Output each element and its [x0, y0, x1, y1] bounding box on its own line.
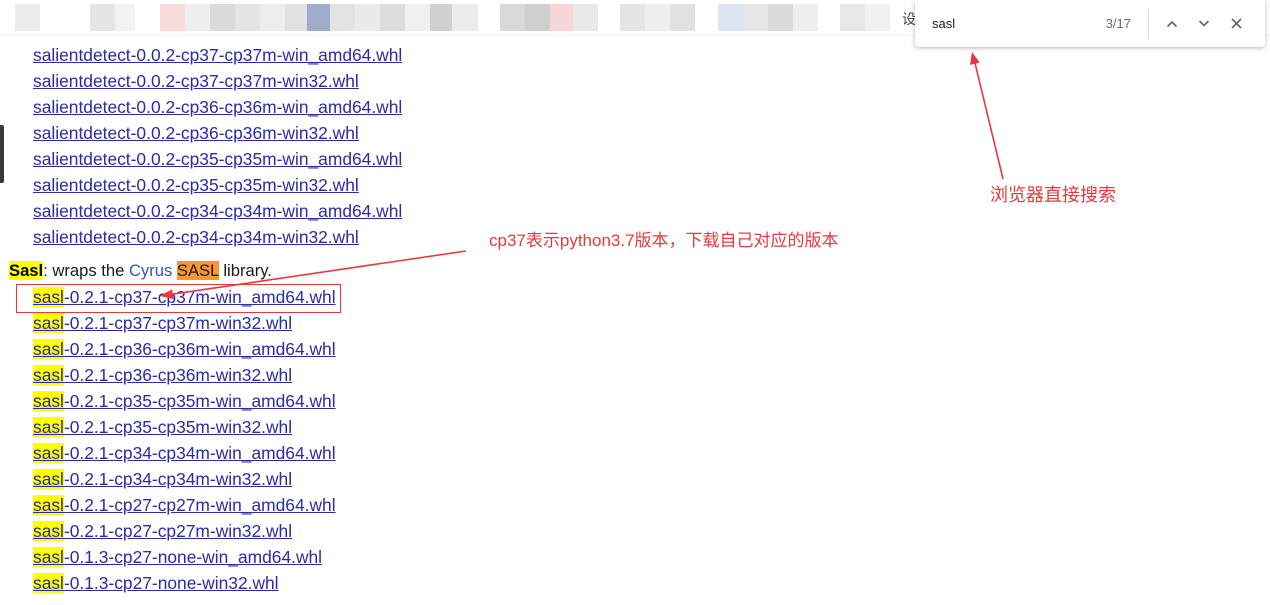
redacted-mosaic-block	[620, 4, 645, 31]
package-description-text: : wraps the	[43, 261, 125, 280]
file-link-rest: -0.2.1-cp35-cp35m-win32.whl	[63, 417, 293, 437]
redacted-mosaic-block	[160, 4, 185, 31]
sasl-file-link[interactable]: sasl-0.2.1-cp34-cp34m-win32.whl	[33, 466, 292, 492]
redacted-mosaic-block	[285, 4, 307, 31]
file-link-rest: -0.2.1-cp35-cp35m-win_amd64.whl	[63, 391, 336, 411]
bookmark-label-fragment[interactable]: 设	[902, 9, 916, 29]
sasl-file-link[interactable]: sasl-0.2.1-cp35-cp35m-win_amd64.whl	[33, 388, 336, 414]
redacted-mosaic-block	[307, 4, 330, 31]
close-icon	[1230, 18, 1242, 29]
find-tip-arrow-head	[970, 52, 980, 65]
cyrus-link[interactable]: Cyrus	[129, 261, 172, 280]
redacted-mosaic-block	[670, 4, 695, 31]
salientdetect-file-link[interactable]: salientdetect-0.0.2-cp34-cp34m-win_amd64…	[33, 198, 402, 224]
redacted-mosaic-block	[185, 4, 210, 31]
sasl-file-link[interactable]: sasl-0.2.1-cp36-cp36m-win32.whl	[33, 362, 292, 388]
active-find-match: SASL	[176, 261, 219, 280]
salientdetect-file-list: salientdetect-0.0.2-cp37-cp37m-win_amd64…	[33, 42, 402, 250]
redacted-mosaic-block	[550, 4, 573, 31]
side-panel-handle[interactable]	[0, 125, 4, 183]
find-input[interactable]	[932, 16, 1106, 31]
find-previous-button[interactable]	[1156, 8, 1188, 40]
redacted-mosaic-block	[525, 4, 550, 31]
find-bar: 3/17	[915, 0, 1265, 47]
find-match-highlight: sasl	[33, 313, 64, 333]
sasl-file-list: sasl-0.2.1-cp37-cp37m-win_amd64.whl sasl-…	[33, 284, 336, 596]
redacted-mosaic-block	[840, 4, 865, 31]
redacted-mosaic-block	[645, 4, 670, 31]
file-link-rest: -0.2.1-cp34-cp34m-win_amd64.whl	[63, 443, 336, 463]
file-link-rest: -0.2.1-cp27-cp27m-win_amd64.whl	[63, 495, 336, 515]
find-match-highlight: sasl	[33, 547, 64, 567]
find-match-highlight: sasl	[33, 469, 64, 489]
salientdetect-file-link[interactable]: salientdetect-0.0.2-cp36-cp36m-win_amd64…	[33, 94, 402, 120]
annotation-highlight-box	[16, 284, 341, 313]
redacted-mosaic-block	[115, 4, 135, 31]
file-link-rest: -0.2.1-cp37-cp37m-win32.whl	[63, 313, 293, 333]
find-match-highlight: sasl	[33, 365, 64, 385]
file-link-rest: -0.2.1-cp36-cp36m-win32.whl	[63, 365, 293, 385]
redacted-mosaic-block	[90, 4, 115, 31]
redacted-mosaic-block	[355, 4, 380, 31]
redacted-mosaic-block	[793, 4, 818, 31]
chevron-up-icon	[1166, 20, 1178, 28]
redacted-mosaic-block	[405, 4, 430, 31]
package-name: Sasl	[9, 261, 44, 280]
salientdetect-file-link[interactable]: salientdetect-0.0.2-cp35-cp35m-win_amd64…	[33, 146, 402, 172]
redacted-mosaic-block	[768, 4, 793, 31]
find-match-highlight: sasl	[33, 443, 64, 463]
redacted-mosaic-block	[452, 4, 478, 31]
find-close-button[interactable]	[1220, 8, 1252, 40]
annotation-find-tip: 浏览器直接搜索	[990, 185, 1116, 205]
find-match-highlight: sasl	[33, 391, 64, 411]
redacted-mosaic-block	[210, 4, 235, 31]
sasl-file-link[interactable]: sasl-0.2.1-cp34-cp34m-win_amd64.whl	[33, 440, 336, 466]
redacted-mosaic-block	[15, 4, 40, 31]
salientdetect-file-link[interactable]: salientdetect-0.0.2-cp36-cp36m-win32.whl	[33, 120, 359, 146]
find-next-button[interactable]	[1188, 8, 1220, 40]
file-link-rest: -0.1.3-cp27-none-win_amd64.whl	[63, 547, 323, 567]
sasl-file-link[interactable]: sasl-0.2.1-cp35-cp35m-win32.whl	[33, 414, 292, 440]
redacted-mosaic-block	[430, 4, 452, 31]
redacted-mosaic-block	[743, 4, 768, 31]
redacted-mosaic-block	[500, 4, 525, 31]
redacted-mosaic-block	[380, 4, 405, 31]
sasl-file-link[interactable]: sasl-0.1.3-cp27-none-win_amd64.whl	[33, 544, 322, 570]
package-description: Sasl: wraps the Cyrus SASL library.	[9, 258, 272, 284]
redacted-mosaic-block	[573, 4, 598, 31]
find-bar-divider	[1148, 8, 1149, 39]
redacted-mosaic-block	[330, 4, 355, 31]
find-match-highlight: sasl	[33, 521, 64, 541]
find-match-highlight: sasl	[33, 573, 64, 593]
file-link-rest: -0.1.3-cp27-none-win32.whl	[63, 573, 279, 593]
sasl-file-link[interactable]: sasl-0.1.3-cp27-none-win32.whl	[33, 570, 279, 596]
find-match-highlight: sasl	[33, 495, 64, 515]
chevron-down-icon	[1198, 20, 1210, 27]
file-link-rest: -0.2.1-cp27-cp27m-win32.whl	[63, 521, 293, 541]
find-match-highlight: sasl	[33, 339, 64, 359]
redacted-mosaic-block	[718, 4, 743, 31]
find-match-count: 3/17	[1105, 16, 1131, 31]
sasl-file-link[interactable]: sasl-0.2.1-cp37-cp37m-win32.whl	[33, 310, 292, 336]
redacted-mosaic-block	[865, 4, 890, 31]
redacted-mosaic-block	[260, 4, 285, 31]
salientdetect-file-link[interactable]: salientdetect-0.0.2-cp34-cp34m-win32.whl	[33, 224, 359, 250]
file-link-rest: -0.2.1-cp34-cp34m-win32.whl	[63, 469, 293, 489]
redacted-mosaic-block	[235, 4, 260, 31]
sasl-file-link[interactable]: sasl-0.2.1-cp36-cp36m-win_amd64.whl	[33, 336, 336, 362]
find-tip-arrow-shaft	[974, 62, 1004, 180]
file-link-rest: -0.2.1-cp36-cp36m-win_amd64.whl	[63, 339, 336, 359]
sasl-file-link[interactable]: sasl-0.2.1-cp27-cp27m-win_amd64.whl	[33, 492, 336, 518]
salientdetect-file-link[interactable]: salientdetect-0.0.2-cp37-cp37m-win_amd64…	[33, 42, 402, 68]
package-description-tail: library.	[223, 261, 272, 280]
salientdetect-file-link[interactable]: salientdetect-0.0.2-cp35-cp35m-win32.whl	[33, 172, 359, 198]
salientdetect-file-link[interactable]: salientdetect-0.0.2-cp37-cp37m-win32.whl	[33, 68, 359, 94]
find-match-highlight: sasl	[33, 417, 64, 437]
sasl-file-link[interactable]: sasl-0.2.1-cp27-cp27m-win32.whl	[33, 518, 292, 544]
annotation-version-tip: cp37表示python3.7版本，下载自己对应的版本	[489, 231, 839, 250]
